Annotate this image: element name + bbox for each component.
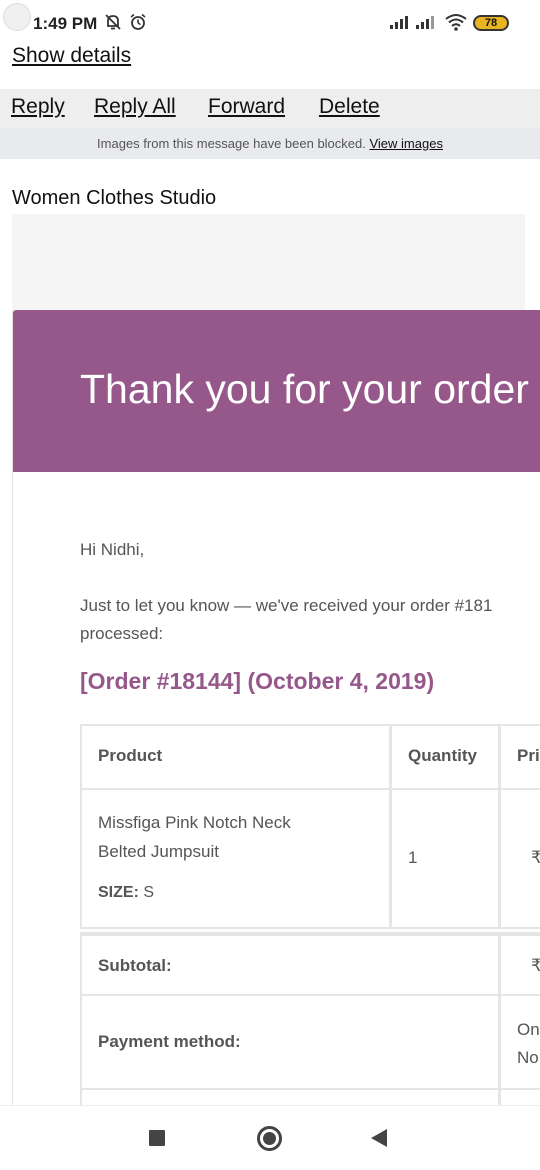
order-heading[interactable]: [Order #18144] (October 4, 2019)	[80, 668, 434, 695]
system-nav-bar	[0, 1105, 540, 1170]
status-time: 1:49 PM	[33, 14, 98, 33]
message-action-bar: Reply Reply All Forward Delete	[0, 89, 540, 128]
size-label: SIZE:	[98, 884, 139, 901]
table-row-quantity: 1	[390, 788, 500, 929]
mute-bell-icon	[104, 13, 122, 36]
size-value: S	[143, 884, 155, 901]
reply-button[interactable]: Reply	[11, 95, 65, 119]
payment-method-label-cell: Payment method:	[80, 994, 500, 1090]
status-bar: 1:49 PM 78	[0, 0, 540, 46]
table-header-price: Pri	[499, 724, 540, 790]
subtotal-value-cell: ₹	[499, 932, 540, 996]
alarm-icon	[129, 13, 147, 36]
banner-title: Thank you for your order	[80, 366, 529, 412]
order-banner: Thank you for your order	[13, 310, 540, 472]
payment-method-line: On	[517, 1020, 540, 1039]
battery-indicator: 78	[473, 15, 509, 31]
intro-line: processed:	[80, 624, 164, 643]
back-icon[interactable]	[371, 1129, 387, 1147]
show-details-link[interactable]: Show details	[12, 44, 131, 68]
intro-text: Just to let you know — we've received yo…	[80, 592, 540, 648]
table-header-product: Product	[80, 724, 391, 790]
table-header-quantity: Quantity	[390, 724, 500, 790]
signal-icon	[390, 16, 408, 29]
payment-method-value-cell: On No	[499, 994, 540, 1090]
images-blocked-message: Images from this message have been block…	[97, 136, 366, 151]
payment-method-line: No	[517, 1048, 539, 1067]
recent-apps-icon[interactable]	[149, 1130, 165, 1146]
reply-all-button[interactable]: Reply All	[94, 95, 176, 119]
table-row-product: Missfiga Pink Notch Neck Belted Jumpsuit…	[80, 788, 391, 929]
sender-name: Women Clothes Studio	[12, 187, 217, 209]
product-name-line: Belted Jumpsuit	[98, 842, 219, 861]
images-blocked-notice: Images from this message have been block…	[0, 128, 540, 159]
signal-icon	[416, 16, 434, 29]
intro-line: Just to let you know — we've received yo…	[80, 596, 493, 615]
view-images-link[interactable]: View images	[369, 136, 442, 151]
product-size: SIZE: S	[98, 878, 291, 907]
delete-button[interactable]: Delete	[319, 95, 380, 119]
table-row-price: ₹	[499, 788, 540, 929]
touch-indicator	[3, 3, 31, 31]
subtotal-label-cell: Subtotal:	[80, 932, 500, 996]
wifi-icon	[445, 14, 467, 31]
greeting: Hi Nidhi,	[80, 540, 145, 559]
blocked-image-placeholder	[12, 214, 525, 314]
product-name-line: Missfiga Pink Notch Neck	[98, 813, 291, 832]
home-icon[interactable]	[257, 1126, 282, 1151]
email-body: Thank you for your order Hi Nidhi, Just …	[12, 310, 540, 1110]
forward-button[interactable]: Forward	[208, 95, 285, 119]
